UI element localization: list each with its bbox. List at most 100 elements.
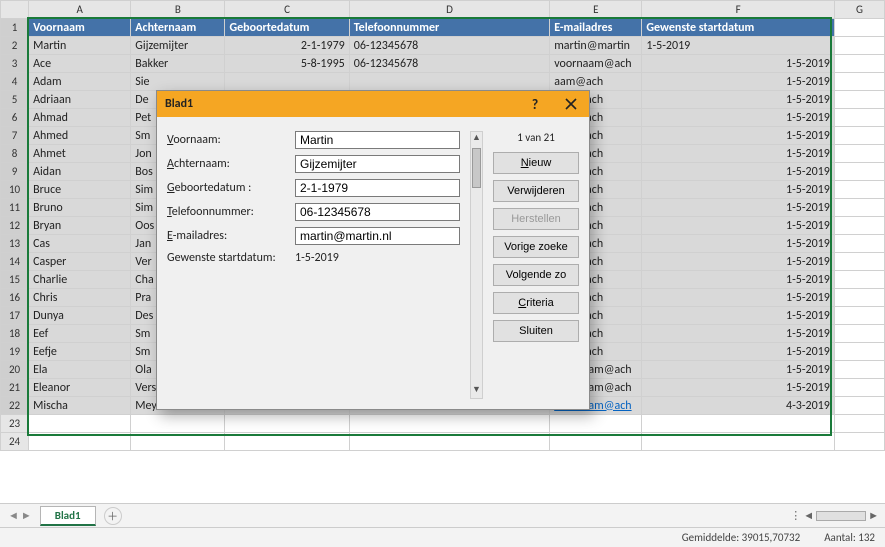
cell[interactable]: 1-5-2019 — [642, 91, 834, 109]
row-header[interactable]: 14 — [1, 253, 29, 271]
row-header[interactable]: 15 — [1, 271, 29, 289]
cell[interactable] — [834, 361, 884, 379]
cell[interactable]: 1-5-2019 — [642, 127, 834, 145]
row-header[interactable]: 10 — [1, 181, 29, 199]
hscroll-right-icon[interactable]: ► — [868, 509, 879, 522]
cell[interactable] — [225, 73, 349, 91]
cell[interactable] — [225, 415, 349, 433]
row-header[interactable]: 20 — [1, 361, 29, 379]
cell[interactable]: Ace — [29, 55, 131, 73]
row-header[interactable]: 13 — [1, 235, 29, 253]
col-header[interactable]: B — [131, 1, 225, 19]
cell[interactable] — [834, 199, 884, 217]
cell[interactable]: Telefoonnummer — [349, 19, 549, 37]
col-header[interactable]: A — [29, 1, 131, 19]
col-header[interactable]: C — [225, 1, 349, 19]
cell[interactable]: Bryan — [29, 217, 131, 235]
cell[interactable] — [834, 433, 884, 451]
cell[interactable] — [131, 433, 225, 451]
col-header[interactable]: G — [834, 1, 884, 19]
row-header[interactable]: 21 — [1, 379, 29, 397]
cell[interactable]: 06-12345678 — [349, 37, 549, 55]
cell[interactable]: Cas — [29, 235, 131, 253]
cell[interactable] — [131, 415, 225, 433]
cell[interactable]: 1-5-2019 — [642, 163, 834, 181]
add-sheet-button[interactable]: ＋ — [104, 507, 122, 525]
cell[interactable] — [349, 415, 549, 433]
nieuw-button[interactable]: Nieuw — [493, 152, 579, 174]
cell[interactable]: 1-5-2019 — [642, 325, 834, 343]
sheet-tab[interactable]: Blad1 — [40, 506, 96, 526]
cell[interactable]: martin@martin — [550, 37, 642, 55]
row-header[interactable]: 7 — [1, 127, 29, 145]
emailadres-input[interactable] — [295, 227, 460, 245]
cell[interactable] — [834, 109, 884, 127]
cell[interactable]: 1-5-2019 — [642, 145, 834, 163]
cell[interactable] — [550, 415, 642, 433]
cell[interactable]: Bruno — [29, 199, 131, 217]
row-header[interactable]: 9 — [1, 163, 29, 181]
cell[interactable] — [834, 415, 884, 433]
cell[interactable]: 1-5-2019 — [642, 307, 834, 325]
cell[interactable] — [834, 145, 884, 163]
cell[interactable]: Voornaam — [29, 19, 131, 37]
cell[interactable] — [225, 433, 349, 451]
cell[interactable] — [834, 73, 884, 91]
telefoonnummer-input[interactable] — [295, 203, 460, 221]
row-header[interactable]: 11 — [1, 199, 29, 217]
cell[interactable] — [834, 91, 884, 109]
help-button[interactable]: ? — [517, 91, 553, 117]
cell[interactable]: Aidan — [29, 163, 131, 181]
cell[interactable]: Ahmet — [29, 145, 131, 163]
cell[interactable] — [834, 181, 884, 199]
row-header[interactable]: 18 — [1, 325, 29, 343]
cell[interactable]: 1-5-2019 — [642, 181, 834, 199]
cell[interactable] — [834, 55, 884, 73]
cell[interactable]: 1-5-2019 — [642, 37, 834, 55]
cell[interactable]: Adriaan — [29, 91, 131, 109]
cell[interactable]: 1-5-2019 — [642, 271, 834, 289]
row-header[interactable]: 6 — [1, 109, 29, 127]
cell[interactable]: E-mailadres — [550, 19, 642, 37]
cell[interactable] — [642, 415, 834, 433]
cell[interactable]: Chris — [29, 289, 131, 307]
cell[interactable]: Ahmad — [29, 109, 131, 127]
row-header[interactable]: 3 — [1, 55, 29, 73]
herstellen-button[interactable]: Herstellen — [493, 208, 579, 230]
scroll-thumb[interactable] — [472, 148, 481, 188]
row-header[interactable]: 19 — [1, 343, 29, 361]
cell[interactable]: Eleanor — [29, 379, 131, 397]
cell[interactable] — [834, 325, 884, 343]
row-header[interactable]: 8 — [1, 145, 29, 163]
cell[interactable]: 1-5-2019 — [642, 109, 834, 127]
hscroll-left-icon[interactable]: ◄ — [803, 509, 814, 522]
cell[interactable]: Dunya — [29, 307, 131, 325]
cell[interactable] — [550, 433, 642, 451]
achternaam-input[interactable] — [295, 155, 460, 173]
row-header[interactable]: 24 — [1, 433, 29, 451]
row-header[interactable]: 4 — [1, 73, 29, 91]
criteria-button[interactable]: Criteria — [493, 292, 579, 314]
cell[interactable]: Mischa — [29, 397, 131, 415]
form-scrollbar[interactable]: ▲ ▼ — [470, 131, 483, 399]
cell[interactable]: Ahmed — [29, 127, 131, 145]
cell[interactable]: Eef — [29, 325, 131, 343]
cell[interactable]: Eefje — [29, 343, 131, 361]
cell[interactable] — [29, 415, 131, 433]
cell[interactable]: 1-5-2019 — [642, 73, 834, 91]
cell[interactable] — [349, 433, 549, 451]
cell[interactable]: aam@ach — [550, 73, 642, 91]
cell[interactable]: 1-5-2019 — [642, 379, 834, 397]
cell[interactable]: 4-3-2019 — [642, 397, 834, 415]
cell[interactable]: 06-12345678 — [349, 55, 549, 73]
cell[interactable]: 5-8-1995 — [225, 55, 349, 73]
cell[interactable]: Ela — [29, 361, 131, 379]
tab-nav-prev-icon[interactable]: ◄ — [8, 509, 19, 522]
cell[interactable] — [834, 37, 884, 55]
voornaam-input[interactable] — [295, 131, 460, 149]
cell[interactable]: Gijzemijter — [131, 37, 225, 55]
cell[interactable]: voornaam@ach — [550, 55, 642, 73]
col-header[interactable]: F — [642, 1, 834, 19]
tab-nav-next-icon[interactable]: ► — [21, 509, 32, 522]
close-button[interactable] — [553, 91, 589, 117]
